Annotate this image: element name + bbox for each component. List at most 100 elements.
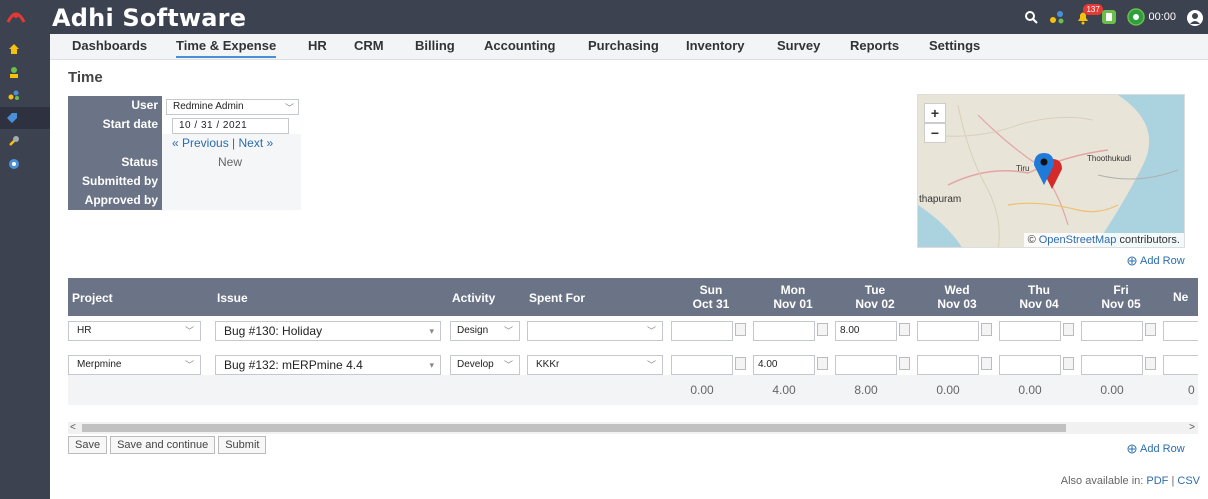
user-select[interactable]: Redmine Admin ﹀ bbox=[166, 99, 299, 115]
hours-input[interactable] bbox=[1081, 355, 1143, 375]
add-icon bbox=[1127, 444, 1137, 454]
hours-input[interactable] bbox=[917, 355, 979, 375]
grid-header: Project Issue Activity Spent For Sun Oct … bbox=[68, 278, 1198, 316]
menu-billing[interactable]: Billing bbox=[415, 38, 455, 53]
project-select[interactable]: Merpmine ﹀ bbox=[68, 355, 201, 375]
hours-input[interactable] bbox=[1163, 321, 1198, 341]
timer-value: 00:00 bbox=[1148, 11, 1176, 23]
total-thu: 0.00 bbox=[1018, 383, 1042, 397]
csv-link[interactable]: CSV bbox=[1177, 475, 1200, 487]
map-attribution: © OpenStreetMap contributors. bbox=[1023, 233, 1184, 247]
save-button[interactable]: Save bbox=[68, 436, 108, 454]
comment-icon[interactable] bbox=[981, 357, 992, 370]
next-link[interactable]: Next » bbox=[239, 136, 274, 150]
comment-icon[interactable] bbox=[817, 323, 828, 336]
comment-icon[interactable] bbox=[899, 357, 910, 370]
user-icon[interactable] bbox=[1186, 9, 1203, 26]
issue-select[interactable]: Bug #130: Holiday ▾ bbox=[215, 321, 441, 341]
timesheet-info: User Redmine Admin ﹀ Start date 10 / 31 /… bbox=[68, 96, 301, 210]
timer[interactable]: 00:00 bbox=[1127, 8, 1176, 26]
total-wed: 0.00 bbox=[936, 383, 960, 397]
hours-input[interactable] bbox=[1081, 321, 1143, 341]
comment-icon[interactable] bbox=[981, 323, 992, 336]
spent-for-select[interactable]: KKKr ﹀ bbox=[527, 355, 663, 375]
hours-input[interactable] bbox=[1163, 355, 1198, 375]
menu-dashboards[interactable]: Dashboards bbox=[72, 38, 147, 53]
pdf-link[interactable]: PDF bbox=[1146, 475, 1168, 487]
wrench-icon[interactable] bbox=[0, 130, 28, 152]
horizontal-scrollbar[interactable]: < > bbox=[68, 422, 1198, 434]
scroll-left-icon[interactable]: < bbox=[70, 422, 76, 433]
project-select[interactable]: HR ﹀ bbox=[68, 321, 201, 341]
location-map[interactable]: Thoothukudi Tiru thapuram + − © OpenStre… bbox=[917, 94, 1185, 248]
add-row-link-top[interactable]: Add Row bbox=[1127, 255, 1185, 267]
save-and-continue-button[interactable]: Save and continue bbox=[110, 436, 216, 454]
menu-hr[interactable]: HR bbox=[308, 38, 327, 53]
comment-icon[interactable] bbox=[1063, 357, 1074, 370]
page-title: Time bbox=[68, 69, 103, 86]
zoom-in-button[interactable]: + bbox=[924, 103, 946, 123]
issue-select[interactable]: Bug #132: mERPmine 4.4 ▾ bbox=[215, 355, 441, 375]
hours-input[interactable] bbox=[671, 321, 733, 341]
previous-link[interactable]: « Previous bbox=[172, 136, 229, 150]
add-row-link-bottom[interactable]: Add Row bbox=[1127, 443, 1185, 455]
comment-icon[interactable] bbox=[817, 357, 828, 370]
hours-input[interactable] bbox=[835, 355, 897, 375]
help-icon[interactable] bbox=[0, 153, 28, 175]
totals-row: 0.00 4.00 8.00 0.00 0.00 0.00 0 bbox=[68, 375, 1198, 405]
hours-input[interactable]: 8.00 bbox=[835, 321, 897, 341]
hours-input[interactable] bbox=[917, 321, 979, 341]
content: Time User Redmine Admin ﹀ Start date 10 /… bbox=[50, 60, 1208, 499]
menu-reports[interactable]: Reports bbox=[850, 38, 899, 53]
header-day-fri: Fri Nov 05 bbox=[1101, 283, 1141, 311]
nav-separator: | bbox=[228, 136, 239, 150]
menu-accounting[interactable]: Accounting bbox=[484, 38, 556, 53]
menu-purchasing[interactable]: Purchasing bbox=[588, 38, 659, 53]
submit-button[interactable]: Submit bbox=[218, 436, 267, 454]
hours-input[interactable] bbox=[671, 355, 733, 375]
header-day-sun: Sun Oct 31 bbox=[692, 283, 730, 311]
osm-link[interactable]: OpenStreetMap bbox=[1039, 234, 1117, 246]
timer-icon bbox=[1127, 8, 1146, 26]
approved-by-label: Approved by bbox=[68, 191, 162, 210]
home-icon[interactable] bbox=[0, 38, 28, 60]
zoom-out-button[interactable]: − bbox=[924, 123, 946, 143]
notification-badge: 137 bbox=[1083, 4, 1103, 15]
total-sun: 0.00 bbox=[690, 383, 714, 397]
user-icon[interactable] bbox=[0, 61, 28, 83]
hours-input[interactable] bbox=[753, 321, 815, 341]
comment-icon[interactable] bbox=[899, 323, 910, 336]
hours-input[interactable]: 4.00 bbox=[753, 355, 815, 375]
tag-icon[interactable] bbox=[0, 107, 50, 129]
menu-time-expense[interactable]: Time & Expense bbox=[176, 38, 277, 58]
scroll-right-icon[interactable]: > bbox=[1189, 422, 1195, 433]
comment-icon[interactable] bbox=[1145, 323, 1156, 336]
header-activity: Activity bbox=[452, 291, 496, 305]
hours-input[interactable] bbox=[999, 355, 1061, 375]
comment-icon[interactable] bbox=[735, 357, 746, 370]
menu-crm[interactable]: CRM bbox=[354, 38, 384, 53]
top-bar: Adhi Software 137 00:00 bbox=[0, 0, 1208, 34]
form-buttons: Save Save and continue Submit bbox=[68, 436, 267, 454]
network-icon[interactable] bbox=[1049, 9, 1065, 25]
spent-for-select[interactable]: ﹀ bbox=[527, 321, 663, 341]
menu-settings[interactable]: Settings bbox=[929, 38, 980, 53]
menu-inventory[interactable]: Inventory bbox=[686, 38, 745, 53]
header-day-next: Ne bbox=[1173, 290, 1189, 304]
bell-icon[interactable]: 137 bbox=[1075, 4, 1103, 25]
clipboard-icon[interactable] bbox=[1101, 9, 1117, 25]
start-date-input[interactable]: 10 / 31 / 2021 bbox=[172, 118, 289, 134]
header-spent-for: Spent For bbox=[529, 291, 585, 305]
header-issue: Issue bbox=[217, 291, 248, 305]
hours-input[interactable] bbox=[999, 321, 1061, 341]
comment-icon[interactable] bbox=[735, 323, 746, 336]
scroll-thumb[interactable] bbox=[82, 424, 1066, 432]
activity-select[interactable]: Develop ﹀ bbox=[450, 355, 520, 375]
people-icon[interactable] bbox=[0, 84, 28, 106]
comment-icon[interactable] bbox=[1145, 357, 1156, 370]
activity-select[interactable]: Design ﹀ bbox=[450, 321, 520, 341]
map-marker-icon[interactable] bbox=[1030, 151, 1066, 191]
comment-icon[interactable] bbox=[1063, 323, 1074, 336]
search-icon[interactable] bbox=[1023, 9, 1039, 25]
menu-survey[interactable]: Survey bbox=[777, 38, 820, 53]
